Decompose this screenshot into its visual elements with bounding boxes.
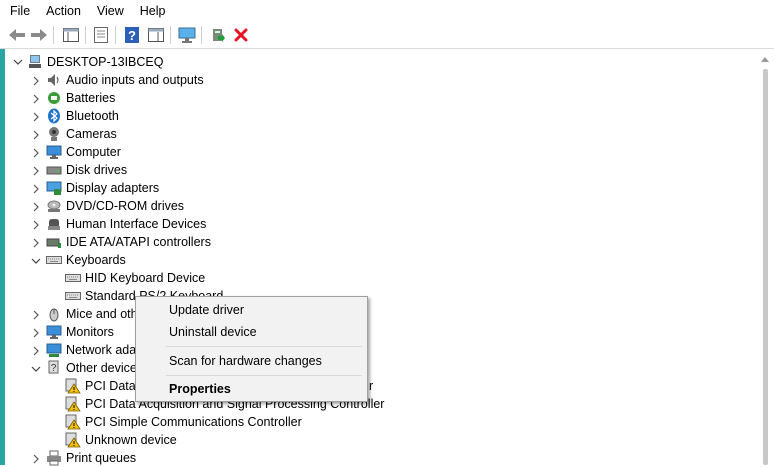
tree-item-keyboards[interactable]: Keyboards xyxy=(46,251,126,269)
tree-item-ide[interactable]: IDE ATA/ATAPI controllers xyxy=(46,233,211,251)
tree-item-other-devices[interactable]: ? Other device xyxy=(46,359,137,377)
expand-chevron-icon[interactable] xyxy=(31,346,41,356)
tree-root[interactable]: DESKTOP-13IBCEQ xyxy=(27,53,163,71)
menu-item-scan-hardware[interactable]: Scan for hardware changes xyxy=(136,350,367,372)
show-hide-console-tree-icon[interactable] xyxy=(61,25,81,45)
uninstall-icon[interactable] xyxy=(231,25,251,45)
menu-separator xyxy=(166,375,362,376)
tree-item-hid-keyboard[interactable]: HID Keyboard Device xyxy=(65,269,205,287)
printer-icon xyxy=(46,450,62,466)
menu-view[interactable]: View xyxy=(89,0,132,22)
tree-item-network[interactable]: Network ada xyxy=(46,341,136,359)
warning-icon xyxy=(65,396,81,412)
svg-text:?: ? xyxy=(51,363,57,374)
collapse-chevron-icon[interactable] xyxy=(13,57,23,67)
toolbar: ? xyxy=(0,22,774,49)
speaker-icon xyxy=(46,72,62,88)
display-adapter-icon xyxy=(46,180,62,196)
mouse-icon xyxy=(46,306,62,322)
unknown-device-icon: ? xyxy=(46,360,62,376)
battery-icon xyxy=(46,90,62,106)
expand-chevron-icon[interactable] xyxy=(31,94,41,104)
expand-chevron-icon[interactable] xyxy=(31,148,41,158)
hid-icon xyxy=(46,216,62,232)
keyboard-icon xyxy=(65,288,81,304)
expand-chevron-icon[interactable] xyxy=(31,238,41,248)
tree-item-pci-simple-comm[interactable]: PCI Simple Communications Controller xyxy=(65,413,302,431)
keyboard-icon xyxy=(65,270,81,286)
scroll-up-arrow-icon[interactable] xyxy=(761,57,769,62)
menu-item-update-driver[interactable]: Update driver xyxy=(136,299,367,321)
tree-item-display-adapters[interactable]: Display adapters xyxy=(46,179,159,197)
menu-bar: File Action View Help xyxy=(0,0,774,22)
bluetooth-icon xyxy=(46,108,62,124)
action-pane-icon[interactable] xyxy=(146,25,166,45)
camera-icon xyxy=(46,126,62,142)
expand-chevron-icon[interactable] xyxy=(31,328,41,338)
warning-icon xyxy=(65,378,81,394)
menu-item-properties[interactable]: Properties xyxy=(136,378,367,400)
expand-chevron-icon[interactable] xyxy=(31,184,41,194)
expand-chevron-icon[interactable] xyxy=(31,454,41,464)
tree-item-audio[interactable]: Audio inputs and outputs xyxy=(46,71,204,89)
display-monitor-icon[interactable] xyxy=(177,25,197,45)
back-icon[interactable] xyxy=(7,25,27,45)
tree-item-dvd-drives[interactable]: DVD/CD-ROM drives xyxy=(46,197,184,215)
expand-chevron-icon[interactable] xyxy=(31,202,41,212)
warning-icon xyxy=(65,432,81,448)
monitor-icon xyxy=(46,144,62,160)
menu-separator xyxy=(166,346,362,347)
menu-action[interactable]: Action xyxy=(38,0,89,22)
menu-file[interactable]: File xyxy=(0,0,38,22)
warning-icon xyxy=(65,414,81,430)
dvd-drive-icon xyxy=(46,198,62,214)
device-tree[interactable]: DESKTOP-13IBCEQ Audio inputs and outputs… xyxy=(5,49,757,467)
tree-item-monitors[interactable]: Monitors xyxy=(46,323,114,341)
help-icon[interactable]: ? xyxy=(122,25,142,45)
menu-help[interactable]: Help xyxy=(132,0,174,22)
tree-item-mice[interactable]: Mice and oth xyxy=(46,305,138,323)
update-driver-icon[interactable] xyxy=(208,25,228,45)
expand-chevron-icon[interactable] xyxy=(31,112,41,122)
network-adapter-icon xyxy=(46,342,62,358)
tree-item-pci-data-tail: r xyxy=(369,379,374,393)
monitor-icon xyxy=(46,324,62,340)
ide-controller-icon xyxy=(46,234,62,250)
tree-item-pci-data[interactable]: PCI Data xyxy=(65,377,136,395)
tree-item-bluetooth[interactable]: Bluetooth xyxy=(46,107,119,125)
tree-item-cameras[interactable]: Cameras xyxy=(46,125,117,143)
tree-item-batteries[interactable]: Batteries xyxy=(46,89,115,107)
menu-item-uninstall-device[interactable]: Uninstall device xyxy=(136,321,367,343)
computer-icon xyxy=(27,54,43,70)
scroll-thumb[interactable] xyxy=(763,69,768,465)
tree-item-unknown-device[interactable]: Unknown device xyxy=(65,431,177,449)
collapse-chevron-icon[interactable] xyxy=(31,256,41,266)
context-menu: Update driver Uninstall device Scan for … xyxy=(135,296,368,402)
forward-icon[interactable] xyxy=(29,25,49,45)
expand-chevron-icon[interactable] xyxy=(31,166,41,176)
tree-item-hid[interactable]: Human Interface Devices xyxy=(46,215,206,233)
expand-chevron-icon[interactable] xyxy=(31,76,41,86)
keyboard-icon xyxy=(46,252,62,268)
expand-chevron-icon[interactable] xyxy=(31,310,41,320)
disk-drive-icon xyxy=(46,162,62,178)
tree-item-print-queues[interactable]: Print queues xyxy=(46,449,136,467)
expand-chevron-icon[interactable] xyxy=(31,130,41,140)
vertical-scrollbar[interactable] xyxy=(757,49,774,465)
collapse-chevron-icon[interactable] xyxy=(31,364,41,374)
properties-icon[interactable] xyxy=(91,25,111,45)
svg-text:?: ? xyxy=(128,28,136,43)
expand-chevron-icon[interactable] xyxy=(31,220,41,230)
tree-item-disk-drives[interactable]: Disk drives xyxy=(46,161,127,179)
tree-item-computer[interactable]: Computer xyxy=(46,143,121,161)
tree-root-label: DESKTOP-13IBCEQ xyxy=(47,55,164,69)
